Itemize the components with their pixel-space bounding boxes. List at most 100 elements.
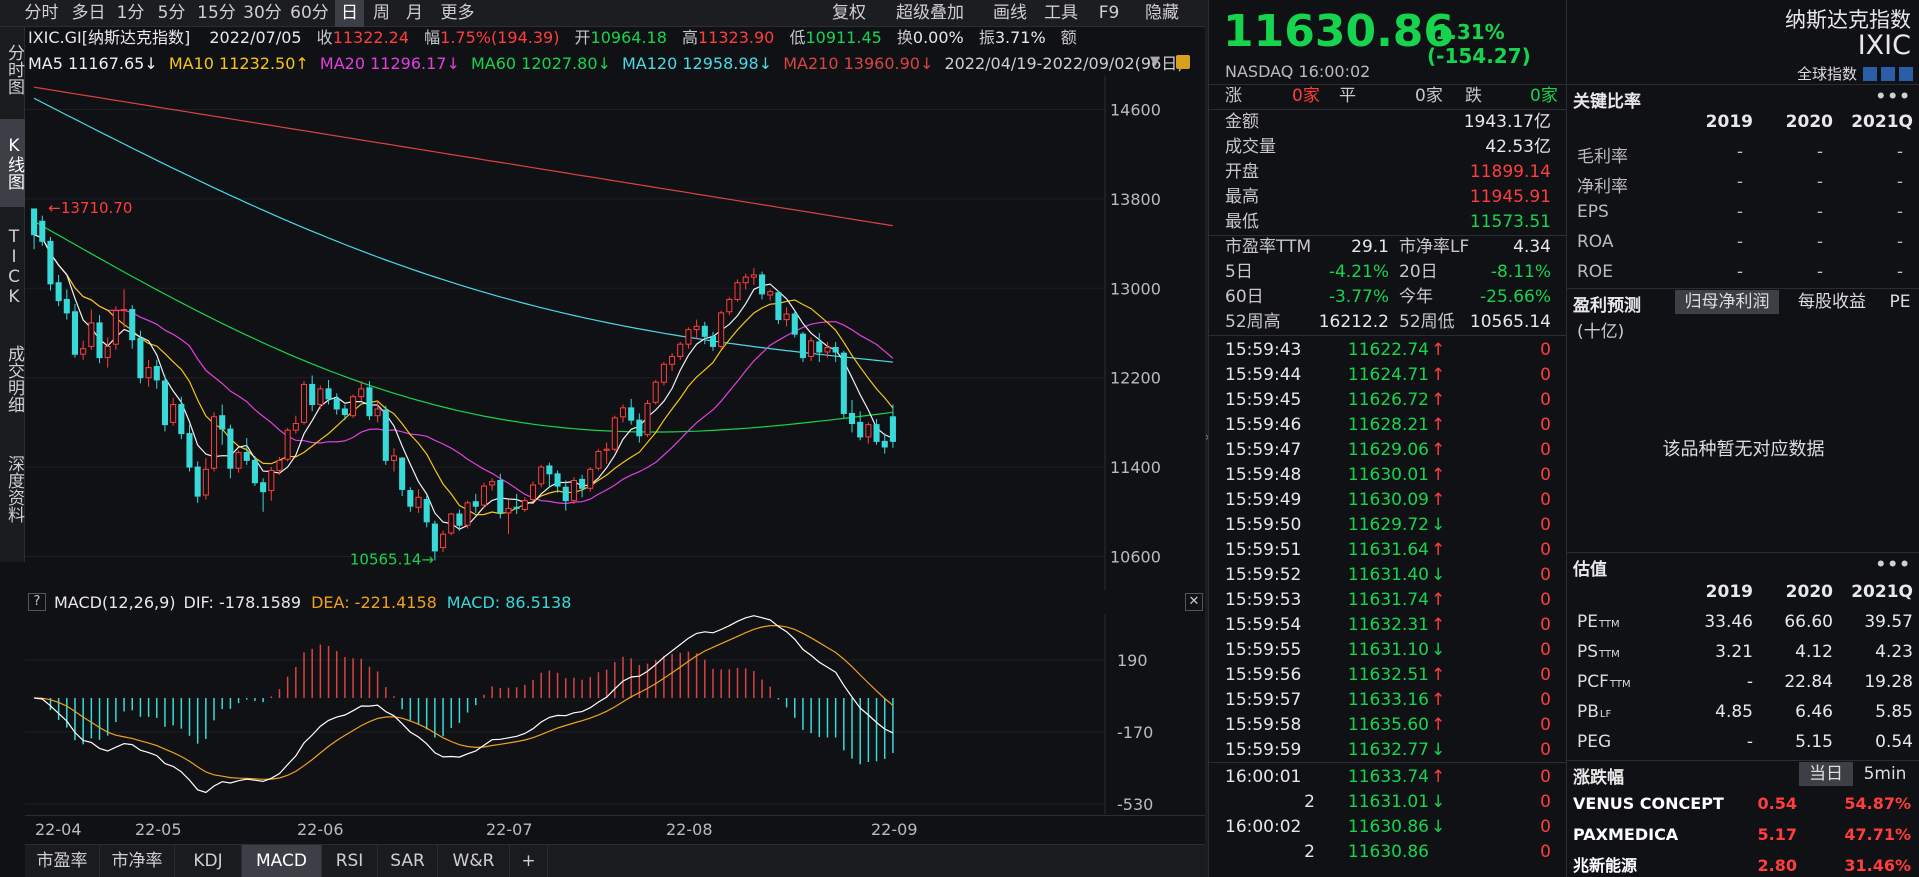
tool-3[interactable]: 工具 [1036,0,1086,27]
candle [718,310,725,349]
category-label: 全球指数 [1796,65,1857,83]
mover-name: VENUS CONCEPT [1573,794,1724,813]
candle [628,398,635,425]
vertical-tabs: 分时图 K线图 TICK 成交明细深度资料 [0,27,25,562]
tick-row: 15:59:54 11632.31 ↑ 0 [1209,613,1559,638]
indicator-tab-1[interactable]: 市净率 [100,845,175,877]
plus-icon[interactable] [1899,66,1913,81]
tick-time: 16:00:01 [1225,767,1302,787]
mover-row[interactable]: VENUS CONCEPT 0.54 54.87% [1567,790,1919,818]
candle [161,375,168,432]
candle [685,327,692,349]
tick-price: 11631.10 [1347,640,1429,660]
vtab-2[interactable]: TICK [0,217,25,317]
up-arrow-icon: ↑ [1431,715,1446,735]
lock-icon[interactable] [1176,55,1190,69]
tool-1[interactable]: 超级叠加 [887,0,973,27]
tick-price: 11630.86 [1347,842,1429,862]
valuation-value: 33.46 [1704,612,1753,632]
candle [170,397,177,426]
quote-field-row: 成交量 42.53亿 [1209,135,1559,160]
candle [513,493,520,515]
indicator-tab-6[interactable]: W&R [438,845,510,877]
ratio-label: ROA [1577,232,1614,252]
period-8[interactable]: 周 [366,0,397,27]
forecast-tab-0[interactable]: 归母净利润 [1675,290,1779,314]
tick-volume: 0 [1540,440,1551,460]
movers-tab-0[interactable]: 当日 [1799,762,1853,786]
period-9[interactable]: 月 [399,0,430,27]
tick-row: 15:59:55 11631.10 ↓ 0 [1209,638,1559,663]
movers-tab-1[interactable]: 5min [1857,762,1913,786]
ratio-label: 毛利率 [1577,147,1628,167]
mover-row[interactable]: 兆新能源 2.80 31.46% [1567,852,1919,877]
mover-row[interactable]: PAXMEDICA 5.17 47.71% [1567,821,1919,849]
period-1[interactable]: 多日 [67,0,110,27]
indicator-tab-5[interactable]: SAR [378,845,438,877]
valuation-label-text: PE [1577,612,1598,632]
ratio-year: 2021Q [1851,112,1913,132]
vtab-3[interactable]: 成交明细 [0,325,25,433]
tick-time: 15:59:44 [1225,365,1302,385]
valuation-more-icon[interactable]: ••• [1875,555,1911,575]
down-arrow-icon: ↓ [1431,740,1446,760]
tool-2[interactable]: 画线 [985,0,1035,27]
forecast-tab-1[interactable]: 每股收益 [1785,290,1879,314]
minus-icon[interactable] [1881,66,1895,81]
help-icon[interactable]: ? [28,593,46,611]
ma10-legend: MA10 11232.50↑ [168,54,309,73]
period-2[interactable]: 1分 [112,0,149,27]
swing-value: 3.71% [994,28,1046,47]
forecast-tab-2[interactable]: PE [1885,290,1915,314]
indicator-tab-4[interactable]: RSI [322,845,378,877]
vtab-0[interactable]: 分时图 [0,29,25,109]
tick-time: 15:59:58 [1225,715,1302,735]
kline-chart[interactable]: 14600 13800 13000 12200 11400 10600 ←13710.70 1… [25,76,1205,590]
candle [742,273,749,290]
field-label: 金额 [1225,112,1259,132]
vtab-1[interactable]: K线图 [0,119,25,207]
ratio-value: - [1736,172,1743,192]
tick-volume: 0 [1540,740,1551,760]
flat-label: 平 [1339,86,1356,106]
edit-icon[interactable] [1863,66,1877,81]
up-count: 0家 [1292,86,1320,106]
period-3[interactable]: 5分 [151,0,192,27]
vtab-4[interactable]: 深度资料 [0,439,25,539]
tick-volume: 0 [1540,465,1551,485]
tool-4[interactable]: F9 [1094,0,1124,27]
macd-chart[interactable]: 190 -170 -530 [25,614,1205,814]
field-value: 11899.14 [1469,162,1551,182]
close-icon[interactable]: ✕ [1185,593,1203,611]
indicator-tab-3[interactable]: MACD [242,845,322,877]
candle [562,480,569,511]
up-arrow-icon: ↑ [1431,390,1446,410]
mover-price: 2.80 [1757,856,1797,875]
forecast-unit: (十亿) [1577,322,1625,342]
tool-5[interactable]: 隐藏 [1135,0,1189,27]
tick-time: 15:59:48 [1225,465,1302,485]
candle [669,353,676,371]
more-icon[interactable]: ••• [1875,87,1911,107]
candle [881,433,888,454]
collapse-arrow-icon[interactable]: ▼ [1150,54,1160,69]
candle [489,478,496,491]
indicator-tab-0[interactable]: 市盈率 [25,845,100,877]
tick-row: 15:59:56 11632.51 ↑ 0 [1209,663,1559,688]
indicator-tab-2[interactable]: KDJ [175,845,242,877]
period-7[interactable]: 日 [335,0,364,27]
valuation-title: 估值 [1573,560,1607,580]
valuation-value: 5.15 [1795,732,1833,752]
period-0[interactable]: 分时 [18,0,65,27]
tool-0[interactable]: 复权 [825,0,873,27]
tick-volume: 0 [1540,540,1551,560]
macd-value: MACD: 86.5138 [446,592,572,612]
indicator-tab-7[interactable]: + [510,845,548,877]
candle [701,321,708,345]
period-10[interactable]: 更多 [432,0,483,27]
period-5[interactable]: 30分 [241,0,284,27]
period-4[interactable]: 15分 [194,0,239,27]
tick-price: 11632.31 [1347,615,1429,635]
candle [112,306,119,350]
period-6[interactable]: 60分 [286,0,333,27]
